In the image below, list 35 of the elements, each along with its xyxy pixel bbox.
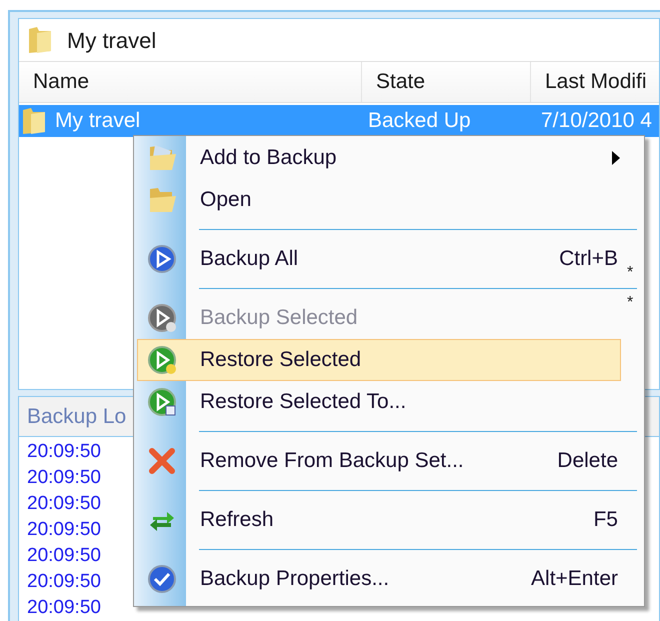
shortcut-label: Ctrl+B	[559, 246, 618, 272]
row-state: Backed Up	[368, 109, 471, 132]
menu-item[interactable]: Backup Properties... Alt+Enter	[137, 558, 621, 600]
log-title: Backup Lo	[27, 404, 126, 430]
menu-item[interactable]: Restore Selected	[137, 339, 621, 381]
row-date: 7/10/2010 4	[541, 109, 652, 132]
menu-item[interactable]: Refresh F5	[137, 499, 621, 541]
menu-item[interactable]: Add to Backup	[137, 137, 621, 179]
asterisk-mark: *	[627, 293, 634, 313]
log-time: 20:09:50	[27, 544, 101, 568]
location-title: My travel	[67, 26, 156, 55]
column-header[interactable]: State	[376, 66, 426, 98]
log-time: 20:09:50	[27, 570, 101, 594]
column-header[interactable]: Name	[33, 66, 90, 98]
folder-open-icon	[147, 143, 177, 173]
folder-icon	[27, 25, 53, 55]
row-name: My travel	[55, 108, 140, 134]
close-icon	[147, 446, 177, 476]
menu-item[interactable]: Remove From Backup Set... Delete	[137, 440, 621, 482]
play-icon	[147, 345, 177, 375]
folder-icon	[147, 185, 177, 215]
menu-item[interactable]: Restore Selected To...	[137, 381, 621, 423]
shortcut-label: Alt+Enter	[531, 566, 618, 592]
shortcut-label: Delete	[557, 448, 618, 474]
menu-item[interactable]: Backup All Ctrl+B	[137, 238, 621, 280]
log-time: 20:09:50	[27, 466, 101, 490]
column-header[interactable]: Last Modifi	[545, 66, 647, 98]
log-time: 20:09:50	[27, 492, 101, 516]
menu-item[interactable]: Open	[137, 179, 621, 221]
asterisk-mark: *	[627, 263, 634, 283]
log-time: 20:09:50	[27, 596, 101, 620]
log-time: 20:09:50	[27, 518, 101, 542]
folder-icon	[21, 106, 47, 136]
shortcut-label: F5	[593, 507, 618, 534]
log-time: 20:09:50	[27, 440, 101, 464]
